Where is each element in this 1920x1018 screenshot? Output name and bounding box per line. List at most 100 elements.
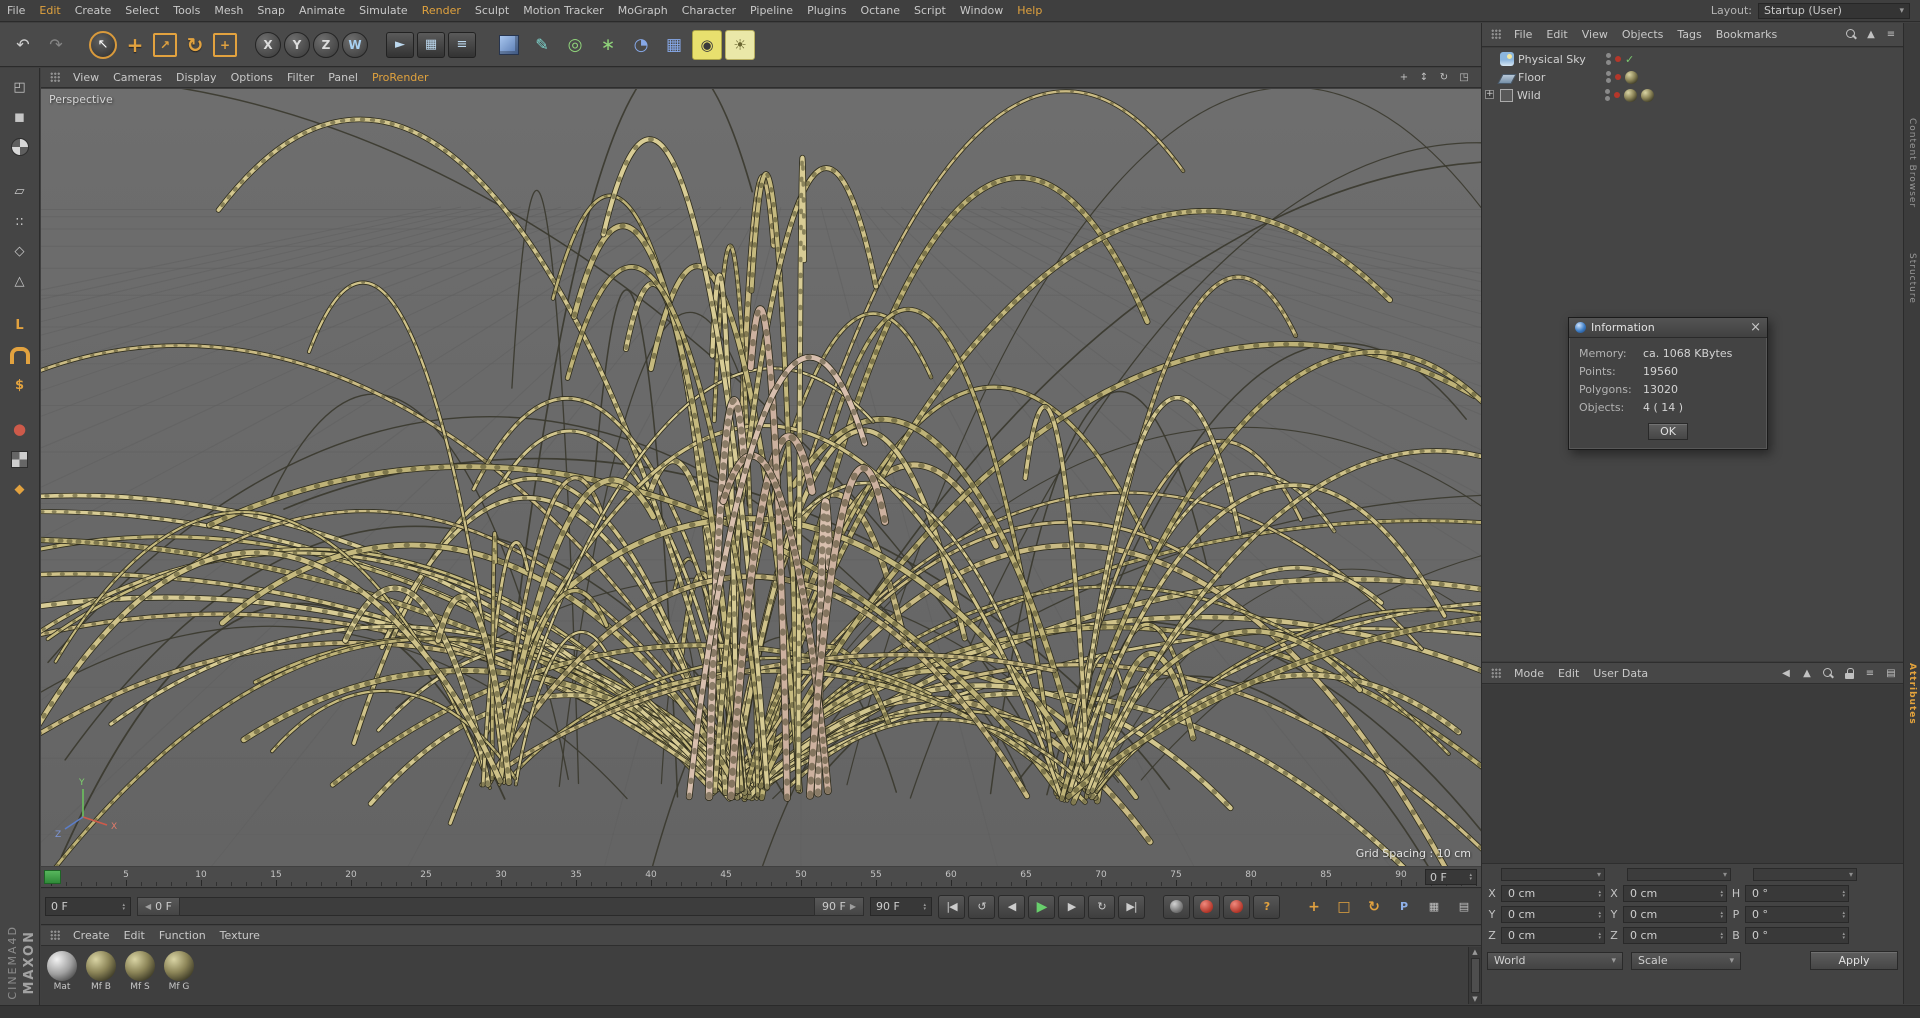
viewport-menu-item-cameras[interactable]: Cameras bbox=[106, 67, 169, 88]
object-row-wild[interactable]: + Wild bbox=[1482, 86, 1903, 104]
keyframe-selection-button[interactable] bbox=[1223, 894, 1250, 919]
scroll-up-icon[interactable]: ▲ bbox=[1863, 27, 1879, 42]
render-view-icon[interactable]: ► bbox=[386, 31, 414, 58]
menubar-item-mograph[interactable]: MoGraph bbox=[611, 0, 675, 21]
menubar-item-file[interactable]: File bbox=[0, 0, 32, 21]
record-rotation-toggle[interactable]: ↻ bbox=[1360, 895, 1387, 919]
previous-frame-button[interactable]: ◀ bbox=[998, 894, 1025, 919]
axis-mode-icon[interactable]: L bbox=[6, 312, 34, 338]
generator-icon[interactable]: ∗ bbox=[593, 30, 623, 60]
viewport-menu-item-filter[interactable]: Filter bbox=[280, 67, 321, 88]
menubar-item-octane[interactable]: Octane bbox=[853, 0, 907, 21]
record-scale-toggle[interactable]: □ bbox=[1330, 895, 1357, 919]
object-manager-menu-item-objects[interactable]: Objects bbox=[1615, 24, 1671, 45]
x-axis-lock-icon[interactable]: X bbox=[255, 31, 281, 58]
expander-icon[interactable]: + bbox=[1485, 90, 1494, 99]
menubar-item-snap[interactable]: Snap bbox=[250, 0, 292, 21]
materials-menu-item-create[interactable]: Create bbox=[66, 925, 117, 946]
current-frame-field[interactable]: 0 F ▴ ▾ bbox=[45, 897, 131, 916]
rotate-view-icon[interactable]: ↻ bbox=[1436, 70, 1452, 85]
goto-end-button[interactable]: ▶| bbox=[1118, 894, 1145, 919]
object-manager-menu-item-bookmarks[interactable]: Bookmarks bbox=[1709, 24, 1784, 45]
menubar-item-edit[interactable]: Edit bbox=[32, 0, 67, 21]
menubar-item-mesh[interactable]: Mesh bbox=[207, 0, 250, 21]
object-manager-menu-item-edit[interactable]: Edit bbox=[1539, 24, 1574, 45]
end-frame-field[interactable]: 90 F ▴ ▾ bbox=[870, 897, 932, 916]
object-manager-menu-item-view[interactable]: View bbox=[1575, 24, 1615, 45]
previous-key-button[interactable]: ↺ bbox=[968, 894, 995, 919]
timeline-ruler[interactable]: 051015202530354045505560657075808590 0 F… bbox=[41, 867, 1481, 888]
material-item[interactable]: Mf B bbox=[86, 951, 116, 992]
move-icon[interactable]: + bbox=[120, 30, 150, 60]
make-editable-icon[interactable]: ◰ bbox=[6, 74, 34, 100]
coord-input[interactable]: 0 cm ▴ ▾ bbox=[1501, 885, 1605, 902]
panel-menu-icon[interactable]: ▤ bbox=[1883, 666, 1899, 681]
menubar-item-animate[interactable]: Animate bbox=[292, 0, 352, 21]
attribute-manager-menu-item-mode[interactable]: Mode bbox=[1507, 663, 1551, 684]
viewport-menu-item-panel[interactable]: Panel bbox=[321, 67, 365, 88]
apply-button[interactable]: Apply bbox=[1810, 951, 1898, 970]
menubar-item-sculpt[interactable]: Sculpt bbox=[468, 0, 516, 21]
subdivision-surface-icon[interactable]: ◎ bbox=[560, 30, 590, 60]
menubar-item-window[interactable]: Window bbox=[953, 0, 1010, 21]
menubar-item-script[interactable]: Script bbox=[907, 0, 953, 21]
coord-input[interactable]: 0 cm ▴ ▾ bbox=[1623, 906, 1727, 923]
y-axis-lock-icon[interactable]: Y bbox=[284, 31, 310, 58]
scroll-down-icon[interactable]: ▼ bbox=[1472, 995, 1477, 1003]
ok-button[interactable]: OK bbox=[1648, 423, 1688, 440]
materials-menu-item-edit[interactable]: Edit bbox=[117, 925, 152, 946]
visibility-dots[interactable] bbox=[1606, 71, 1611, 83]
search-icon[interactable] bbox=[1820, 666, 1836, 681]
lock-icon[interactable] bbox=[1841, 666, 1857, 681]
timeline-frame-field[interactable]: 0 F ▴ ▾ bbox=[1425, 869, 1477, 885]
attribute-manager-menu-item-user-data[interactable]: User Data bbox=[1586, 663, 1655, 684]
spinner-icon[interactable]: ▴ ▾ bbox=[923, 902, 926, 911]
menubar-item-render[interactable]: Render bbox=[415, 0, 468, 21]
panel-menu-icon[interactable]: ≡ bbox=[1883, 27, 1899, 42]
play-button[interactable]: ▶ bbox=[1028, 894, 1055, 919]
render-state-icon[interactable] bbox=[1614, 92, 1620, 98]
menubar-item-motion-tracker[interactable]: Motion Tracker bbox=[516, 0, 610, 21]
side-tab-content-browser[interactable]: Content Browser bbox=[1907, 118, 1917, 208]
menubar-item-plugins[interactable]: Plugins bbox=[800, 0, 853, 21]
object-row-floor[interactable]: Floor bbox=[1482, 68, 1903, 86]
timeline-range-slider[interactable]: ◀ 0 F 90 F ▶ bbox=[137, 897, 864, 916]
material-item[interactable]: Mf S bbox=[125, 951, 155, 992]
snap-settings-icon[interactable]: ◆ bbox=[6, 476, 34, 502]
menubar-item-simulate[interactable]: Simulate bbox=[352, 0, 415, 21]
spinner-icon[interactable]: ▴ ▾ bbox=[122, 902, 125, 911]
position-header-dropdown[interactable]: ▾ bbox=[1501, 868, 1605, 881]
record-parameter-toggle[interactable]: P bbox=[1390, 895, 1417, 919]
menubar-item-select[interactable]: Select bbox=[118, 0, 166, 21]
rotate-icon[interactable]: ↻ bbox=[180, 30, 210, 60]
deformer-icon[interactable]: ◔ bbox=[626, 30, 656, 60]
menubar-item-character[interactable]: Character bbox=[675, 0, 743, 21]
menubar-item-tools[interactable]: Tools bbox=[166, 0, 207, 21]
history-up-icon[interactable]: ▲ bbox=[1799, 666, 1815, 681]
panel-grip-icon[interactable] bbox=[1491, 29, 1502, 40]
material-item[interactable]: Mat bbox=[47, 951, 77, 992]
texture-tag-icon[interactable] bbox=[1625, 70, 1638, 84]
dialog-titlebar[interactable]: Information × bbox=[1569, 318, 1767, 338]
range-end-handle[interactable]: 90 F ▶ bbox=[814, 897, 864, 916]
spinner-icon[interactable]: ▴ ▾ bbox=[1842, 931, 1845, 940]
close-icon[interactable]: × bbox=[1750, 321, 1761, 334]
points-mode-icon[interactable]: :: bbox=[6, 208, 34, 234]
pan-view-icon[interactable]: + bbox=[1396, 70, 1412, 85]
cappuccino-button[interactable]: ? bbox=[1253, 894, 1280, 919]
range-start-handle[interactable]: ◀ 0 F bbox=[137, 897, 180, 916]
coord-input[interactable]: 0 ° ▴ ▾ bbox=[1745, 927, 1849, 944]
materials-menu-item-function[interactable]: Function bbox=[152, 925, 213, 946]
zoom-view-icon[interactable]: ↕ bbox=[1416, 70, 1432, 85]
layout-dropdown[interactable]: Startup (User) ▾ bbox=[1758, 2, 1910, 19]
spinner-icon[interactable]: ▴ ▾ bbox=[1598, 910, 1601, 919]
autokeying-button[interactable] bbox=[1193, 894, 1220, 919]
scale-icon[interactable]: ↗ bbox=[153, 32, 177, 57]
record-pla-toggle[interactable]: ▦ bbox=[1420, 895, 1447, 919]
spinner-icon[interactable]: ▴ ▾ bbox=[1598, 931, 1601, 940]
record-keyframe-button[interactable] bbox=[1163, 894, 1190, 919]
size-mode-dropdown[interactable]: Scale ▾ bbox=[1631, 951, 1741, 970]
scroll-up-icon[interactable]: ▲ bbox=[1472, 948, 1477, 956]
polygons-mode-icon[interactable]: △ bbox=[6, 268, 34, 294]
object-row-physical-sky[interactable]: Physical Sky ✓ bbox=[1482, 50, 1903, 68]
